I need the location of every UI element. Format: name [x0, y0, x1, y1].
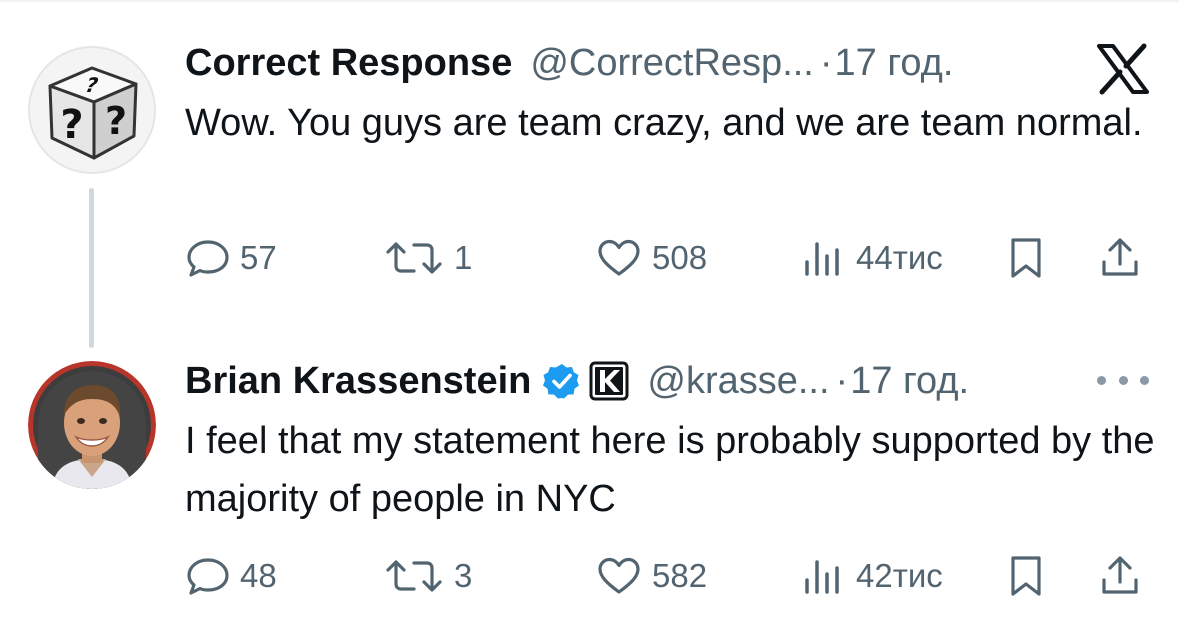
avatar[interactable] [28, 361, 156, 489]
svg-text:?: ? [105, 99, 127, 143]
dot [1140, 375, 1149, 385]
views-count: 42тис [856, 557, 943, 594]
views-button[interactable]: 42тис [802, 551, 943, 601]
like-button[interactable]: 508 [596, 233, 707, 283]
bar-chart-icon [802, 556, 846, 596]
reply-button[interactable]: 57 [186, 233, 277, 283]
separator-dot: · [819, 42, 833, 84]
speech-bubble-icon [186, 238, 230, 278]
timestamp[interactable]: 17 год. [835, 38, 954, 88]
share-icon [1098, 236, 1142, 280]
question-mark-cube-icon: ? ? ? [28, 46, 156, 174]
svg-text:?: ? [60, 102, 83, 148]
heart-icon [596, 238, 642, 278]
views-count: 44тис [856, 239, 943, 276]
display-name[interactable]: Brian Krassenstein [185, 356, 531, 406]
repost-button[interactable]: 1 [384, 233, 472, 283]
bookmark-button[interactable] [1006, 233, 1046, 283]
bookmark-button[interactable] [1006, 551, 1046, 601]
tweet-text: I feel that my statement here is probabl… [185, 420, 1155, 520]
bar-chart-icon [802, 238, 846, 278]
user-handle[interactable]: @krasse... [647, 356, 829, 406]
more-dots-icon[interactable] [1097, 366, 1149, 394]
reply-count: 57 [240, 239, 277, 276]
bookmark-icon [1006, 554, 1046, 598]
repost-button[interactable]: 3 [384, 551, 472, 601]
like-button[interactable]: 582 [596, 551, 707, 601]
tweet-header: Brian Krassenstein @krasse... · 17 год. [185, 356, 969, 406]
like-count: 508 [652, 239, 708, 276]
avatar[interactable]: ? ? ? [28, 46, 156, 174]
top-divider [0, 0, 1179, 2]
affiliate-logo-icon[interactable] [589, 361, 629, 401]
views-button[interactable]: 44тис [802, 233, 943, 283]
tweet-action-bar: 48 3 582 42тис [0, 551, 1179, 601]
x-logo-icon[interactable] [1096, 42, 1150, 96]
display-name[interactable]: Correct Response [185, 38, 512, 88]
tweet-header: Correct Response @CorrectResp... · 17 го… [185, 38, 953, 88]
dot [1118, 375, 1128, 385]
user-handle[interactable]: @CorrectResp... [530, 38, 814, 88]
share-button[interactable] [1098, 551, 1142, 601]
tweet-text: Wow. You guys are team crazy, and we are… [185, 102, 1143, 144]
tweet-action-bar: 57 1 508 44тис [0, 233, 1179, 283]
share-icon [1098, 554, 1142, 598]
repost-count: 3 [454, 557, 473, 594]
repost-icon [384, 238, 444, 278]
bookmark-icon [1006, 236, 1046, 280]
like-count: 582 [652, 557, 708, 594]
verified-badge-icon[interactable] [543, 362, 581, 400]
heart-icon [596, 556, 642, 596]
share-button[interactable] [1098, 233, 1142, 283]
reply-button[interactable]: 48 [186, 551, 277, 601]
separator-dot: · [835, 360, 849, 402]
repost-count: 1 [454, 239, 473, 276]
profile-photo-icon [28, 361, 156, 489]
repost-icon [384, 556, 444, 596]
timestamp[interactable]: 17 год. [850, 356, 969, 406]
dot [1097, 375, 1106, 385]
speech-bubble-icon [186, 556, 230, 596]
reply-count: 48 [240, 557, 277, 594]
